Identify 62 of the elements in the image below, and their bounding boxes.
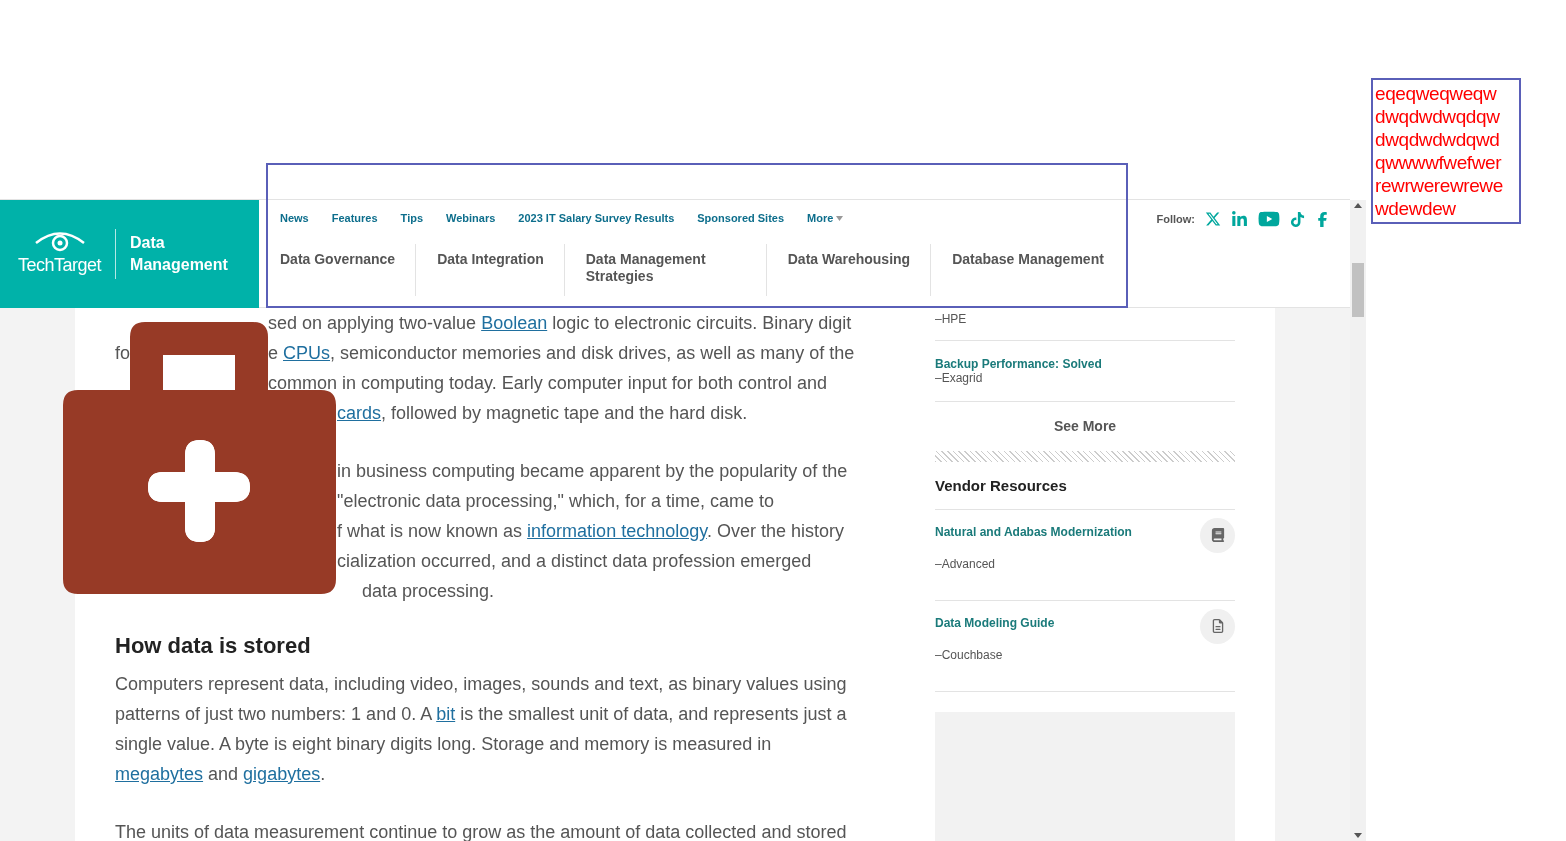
paragraph-text: The units of data measurement continue to grow as the amount of data collected and stored (115, 822, 847, 841)
x-icon[interactable] (1205, 211, 1221, 227)
text-link[interactable]: Boolean (481, 313, 548, 333)
resource-source: –HPE (935, 312, 968, 326)
book-icon (1200, 517, 1235, 553)
paragraph-text: Computers represent data, including video, images, sounds and text, as binary values using patterns of just two numbers: 1 and 0. A bit is the smallest unit of data, and represents just a single value. A byte is eight binary digits long. Storage and memory is measured in megabytes and gigabytes. (115, 674, 847, 784)
text-link[interactable]: cards (337, 403, 381, 423)
text-link[interactable]: megabytes (115, 764, 204, 784)
document-icon (1200, 608, 1235, 644)
category-link[interactable]: Database Management (952, 251, 1104, 268)
paragraph-text: in business computing became apparent by the popularity of the (337, 461, 848, 481)
section-title: Data Management (130, 233, 229, 275)
paragraph-text: cialization occurred, and a distinct data profession emerged (337, 551, 812, 571)
eye-icon (33, 229, 86, 252)
note-text: dwqdwdwdqwd (1375, 128, 1501, 151)
facebook-icon[interactable] (1315, 211, 1330, 227)
category-link[interactable]: Data Governance (280, 251, 396, 268)
resource-link[interactable]: Data Modeling Guide (935, 613, 1055, 632)
scroll-down-icon[interactable] (1354, 833, 1362, 838)
scroll-up-icon[interactable] (1354, 203, 1362, 208)
nav-link[interactable]: Features (331, 209, 378, 227)
resource-link[interactable]: Backup Performance: Solved (935, 357, 1235, 371)
paragraph-text: "electronic data processing," which, for a time, came to (337, 491, 774, 511)
note-text: wdewdew (1375, 197, 1457, 220)
resource-source: –Exagrid (935, 371, 984, 385)
paragraph-text: common in computing today. Early computer input for both control and (268, 373, 827, 393)
vendor-resources-title: Vendor Resources (935, 462, 1235, 510)
text-link[interactable]: CPUs (283, 343, 331, 363)
resource-source: –Couchbase (935, 646, 1004, 664)
more-menu[interactable]: More (807, 209, 844, 227)
nav-link[interactable]: 2023 IT Salary Survey Results (518, 209, 675, 227)
paragraph-text: data processing. (362, 581, 495, 601)
scrollbar-thumb[interactable] (1352, 263, 1364, 317)
paragraph-text: e CPUs, semiconductor memories and disk drives, as well as many of the (268, 343, 855, 363)
category-link[interactable]: Data Warehousing (787, 251, 911, 268)
paragraph-text: f what is now known as information technology. Over the history (337, 521, 844, 541)
brand-name: TechTarget (18, 253, 102, 277)
caret-icon (836, 215, 844, 221)
resource-link[interactable]: Natural and Adabas Modernization (935, 522, 1132, 541)
scrollbar[interactable] (1350, 200, 1366, 841)
paragraph-text: cards, followed by magnetic tape and the hard disk. (337, 403, 748, 423)
nav-link[interactable]: Tips (400, 209, 424, 227)
category-link[interactable]: Data Management Strategies (585, 251, 746, 285)
text-link[interactable]: bit (436, 704, 456, 724)
nav-link[interactable]: Webinars (446, 209, 496, 227)
follow-label: Follow: (1156, 211, 1195, 227)
paragraph-text: fo (115, 342, 130, 365)
linkedin-icon[interactable] (1231, 210, 1248, 228)
nav-link[interactable]: Sponsored Sites (697, 209, 785, 227)
paragraph-text: sed on applying two-value Boolean logic to electronic circuits. Binary digit (268, 313, 852, 333)
nav-link[interactable]: News (280, 209, 309, 227)
note-text: rewrwerewrewe (1375, 174, 1504, 197)
text-link[interactable]: gigabytes (243, 764, 321, 784)
resource-source: –Advanced (935, 555, 997, 573)
tiktok-icon[interactable] (1290, 211, 1305, 227)
note-text: eqeqweqweqw (1375, 82, 1498, 105)
see-more-button[interactable]: See More (935, 402, 1235, 451)
note-text: dwqdwdwqdqw (1375, 105, 1501, 128)
section-heading: How data is stored (115, 632, 312, 660)
text-link[interactable]: information technology (527, 521, 707, 541)
note-text: qwwwwfwefwer (1375, 151, 1503, 174)
category-link[interactable]: Data Integration (437, 251, 544, 268)
